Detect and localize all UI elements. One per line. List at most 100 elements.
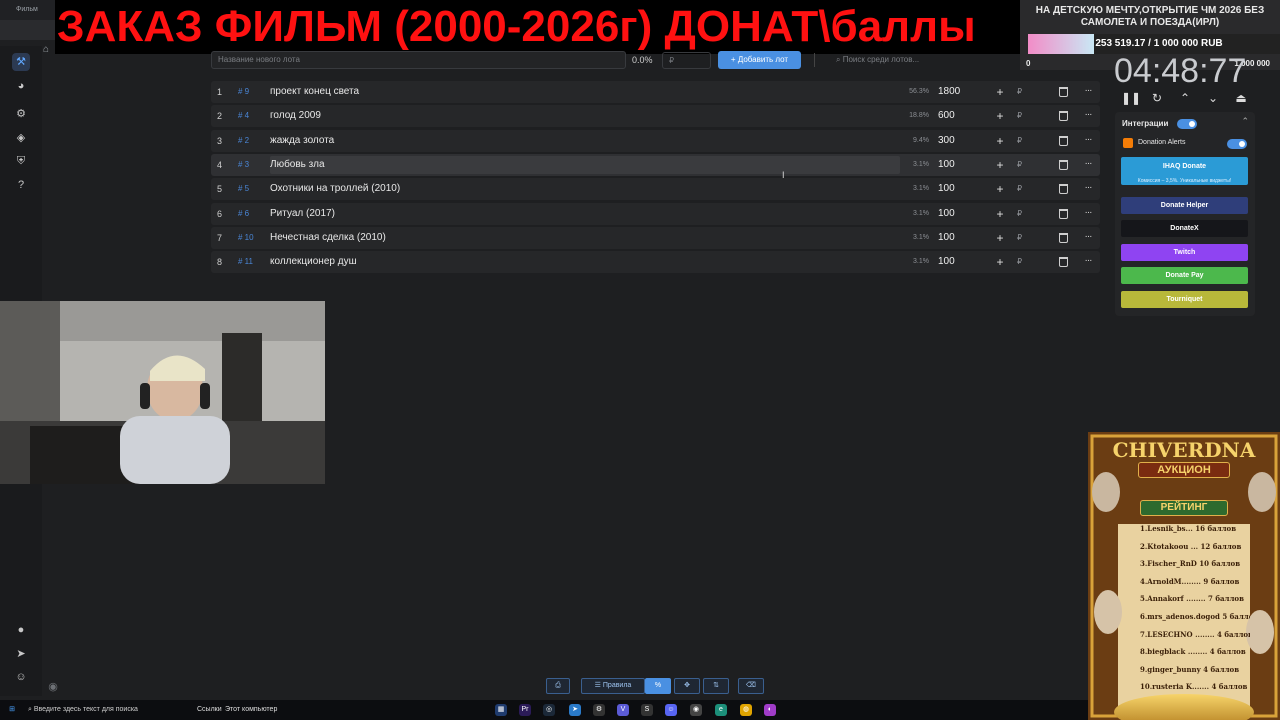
more-icon[interactable]: ··· — [1082, 130, 1094, 150]
lot-row[interactable]: 6 # 6 Ритуал (2017) 3.1% 100 + ₽ ··· — [211, 202, 1100, 225]
premiere-icon[interactable]: Pr — [519, 704, 531, 716]
browser-icon[interactable]: ◐ — [764, 704, 776, 716]
lot-amount[interactable]: 300 — [938, 130, 983, 152]
taskbar-search[interactable]: ⌕ Введите здесь текст для поиска — [28, 703, 158, 717]
more-icon[interactable]: ··· — [1082, 251, 1094, 271]
eject-icon[interactable]: ⏏ — [1233, 90, 1249, 106]
lot-amount[interactable]: 1800 — [938, 81, 983, 103]
provider-button[interactable]: Donate Pay — [1121, 267, 1248, 284]
provider-button[interactable]: Twitch — [1121, 244, 1248, 261]
save-icon[interactable]: ⎙ — [546, 678, 570, 694]
add-amount-icon[interactable]: + — [995, 105, 1005, 127]
lot-row[interactable]: 2 # 4 голод 2009 18.8% 600 + ₽ ··· — [211, 105, 1100, 128]
chevron-up-icon[interactable]: ⌃ — [1177, 90, 1193, 106]
lot-name[interactable]: жажда золота — [270, 130, 890, 152]
github-icon[interactable]: ● — [12, 621, 30, 639]
lot-row[interactable]: 8 # 11 коллекционер душ 3.1% 100 + ₽ ··· — [211, 251, 1100, 274]
lot-name[interactable]: Нечестная сделка (2010) — [270, 227, 890, 249]
integrations-toggle[interactable] — [1177, 119, 1197, 129]
clear-icon[interactable]: ⌫ — [738, 678, 764, 694]
auction-icon[interactable]: ⚒ — [12, 53, 30, 71]
vpn-icon[interactable]: V — [617, 704, 629, 716]
delete-icon[interactable] — [1059, 208, 1068, 219]
provider-button[interactable]: DonateX — [1121, 220, 1248, 237]
app-icon[interactable]: S — [641, 704, 653, 716]
more-icon[interactable]: ··· — [1082, 81, 1094, 101]
settings-taskbar-icon[interactable]: ⚙ — [593, 704, 605, 716]
steam-icon[interactable]: ◎ — [543, 704, 555, 716]
lot-name[interactable]: Любовь зла — [270, 154, 890, 176]
chevron-down-icon[interactable]: ⌄ — [1205, 90, 1221, 106]
reset-icon[interactable]: ↻ — [1149, 90, 1165, 106]
more-icon[interactable]: ··· — [1082, 203, 1094, 223]
discord-icon[interactable]: ☺ — [12, 668, 30, 686]
pause-icon[interactable]: ❚❚ — [1121, 90, 1141, 106]
delete-icon[interactable] — [1059, 257, 1068, 268]
lot-amount[interactable]: 100 — [938, 251, 983, 273]
edge-icon[interactable]: e — [715, 704, 727, 716]
delete-icon[interactable] — [1059, 159, 1068, 170]
lot-name[interactable]: Охотники на троллей (2010) — [270, 178, 890, 200]
lot-row[interactable]: 5 # 5 Охотники на троллей (2010) 3.1% 100 + ₽ ·… — [211, 178, 1100, 201]
provider-button[interactable]: Donate Helper — [1121, 197, 1248, 214]
layers-icon[interactable]: ◈ — [12, 129, 30, 147]
add-amount-icon[interactable]: + — [995, 178, 1005, 200]
lot-row[interactable]: 7 # 10 Нечестная сделка (2010) 3.1% 100 + ₽ ··… — [211, 226, 1100, 249]
search-lots-input[interactable]: ⌕ Поиск среди лотов... — [832, 51, 1022, 69]
lot-row[interactable]: 3 # 2 жажда золота 9.4% 300 + ₽ ··· — [211, 129, 1100, 152]
lot-row[interactable]: 4 # 3 Любовь зла 3.1% 100 + ₽ ··· — [211, 153, 1100, 176]
add-amount-icon[interactable]: + — [995, 130, 1005, 152]
lot-name[interactable]: коллекционер душ — [270, 251, 890, 273]
lot-name[interactable]: голод 2009 — [270, 105, 890, 127]
add-amount-icon[interactable]: + — [995, 154, 1005, 176]
donation-alerts-toggle[interactable] — [1227, 139, 1247, 149]
lot-amount[interactable]: 100 — [938, 154, 983, 176]
move-icon[interactable]: ✥ — [674, 678, 700, 694]
add-lot-button[interactable]: + Добавить лот — [718, 51, 801, 69]
wheel-icon[interactable]: ◕ — [12, 77, 30, 95]
percent-button[interactable]: % — [645, 678, 671, 694]
links-label[interactable]: Ссылки — [197, 703, 222, 717]
delete-icon[interactable] — [1059, 135, 1068, 146]
lot-name[interactable]: проект конец света — [270, 81, 890, 103]
lot-name[interactable]: Ритуал (2017) — [270, 203, 890, 225]
more-icon[interactable]: ··· — [1082, 105, 1094, 125]
new-lot-input[interactable]: Название нового лота — [211, 51, 626, 69]
calculator-icon[interactable]: ▦ — [495, 704, 507, 716]
percent-display: 0.0% — [632, 55, 653, 65]
sort-icon[interactable]: ⇅ — [703, 678, 729, 694]
add-amount-icon[interactable]: + — [995, 251, 1005, 273]
lot-row[interactable]: 1 # 9 проект конец света 56.3% 1800 + ₽ ··· — [211, 81, 1100, 103]
collapse-icon[interactable]: ⌃ — [1241, 116, 1249, 127]
lot-amount[interactable]: 100 — [938, 203, 983, 225]
delete-icon[interactable] — [1059, 111, 1068, 122]
help-icon[interactable]: ? — [12, 176, 30, 194]
shield-icon[interactable]: ⛨ — [12, 152, 30, 170]
provider-button[interactable]: Tourniquet — [1121, 291, 1248, 308]
chrome-icon[interactable]: ◍ — [740, 704, 752, 716]
computer-label[interactable]: Этот компьютер — [225, 703, 277, 717]
provider-button[interactable]: IHAQ Donate Комиссия – 3,5%. Уникальные в… — [1121, 157, 1248, 185]
settings-icon[interactable]: ⚙ — [12, 105, 30, 123]
telegram-icon[interactable]: ➤ — [12, 645, 30, 663]
windows-start-icon[interactable]: ⊞ — [6, 704, 18, 716]
lot-amount[interactable]: 100 — [938, 178, 983, 200]
add-amount-icon[interactable]: + — [995, 81, 1005, 103]
telegram-taskbar-icon[interactable]: ➤ — [569, 704, 581, 716]
delete-icon[interactable] — [1059, 87, 1068, 97]
amount-input[interactable]: ₽ — [662, 52, 711, 69]
delete-icon[interactable] — [1059, 232, 1068, 243]
more-icon[interactable]: ··· — [1082, 178, 1094, 198]
lot-amount[interactable]: 100 — [938, 227, 983, 249]
more-icon[interactable]: ··· — [1082, 227, 1094, 247]
rules-button[interactable]: ☰ Правила — [581, 678, 645, 694]
lot-amount[interactable]: 600 — [938, 105, 983, 127]
browser-tab[interactable]: Фильм — [16, 3, 56, 17]
add-amount-icon[interactable]: + — [995, 227, 1005, 249]
obs-icon[interactable]: ◉ — [690, 704, 702, 716]
more-icon[interactable]: ··· — [1082, 154, 1094, 174]
discord-taskbar-icon[interactable]: ☺ — [665, 704, 677, 716]
eye-icon[interactable]: ◉ — [44, 678, 62, 696]
delete-icon[interactable] — [1059, 184, 1068, 195]
add-amount-icon[interactable]: + — [995, 203, 1005, 225]
